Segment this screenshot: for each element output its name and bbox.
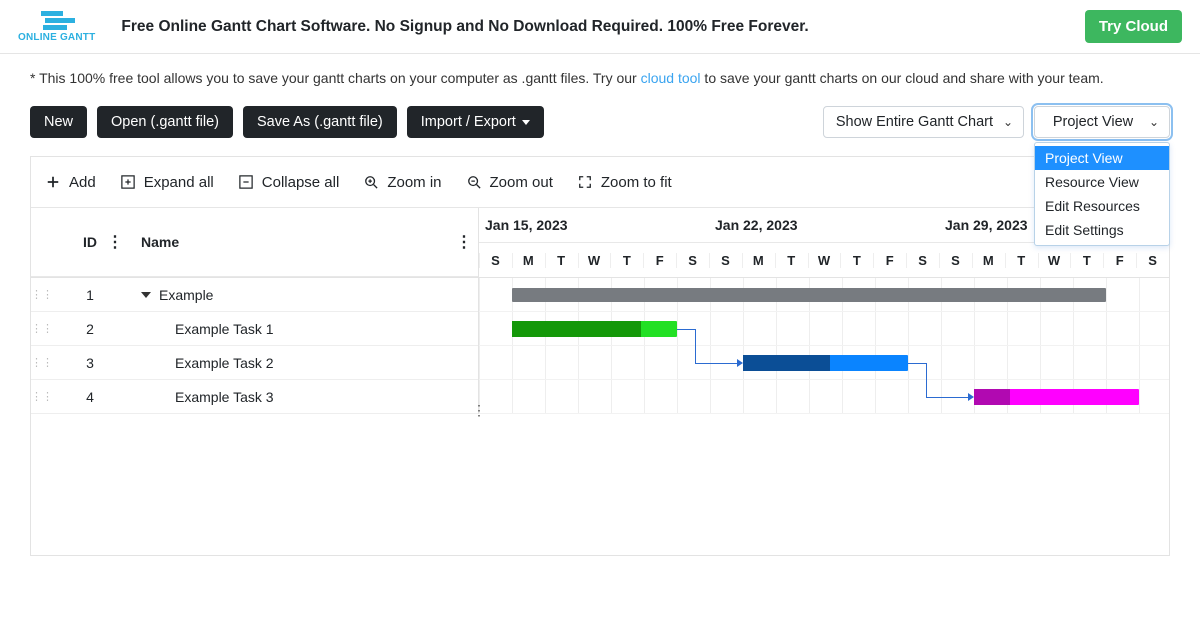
task-row[interactable]: ⋮⋮3Example Task 2 <box>31 346 478 380</box>
drag-handle-icon[interactable]: ⋮⋮ <box>31 356 53 369</box>
timeline-row <box>479 278 1169 312</box>
view-select[interactable]: Project View⌄ <box>1034 106 1170 138</box>
save-as-button[interactable]: Save As (.gantt file) <box>243 106 397 138</box>
day-header: T <box>1070 253 1103 268</box>
expand-all-button[interactable]: Expand all <box>120 174 214 191</box>
day-header: S <box>709 253 742 268</box>
day-header: S <box>939 253 972 268</box>
add-button[interactable]: Add <box>45 174 96 191</box>
zoom-to-fit-button[interactable]: Zoom to fit <box>577 174 672 191</box>
day-header: S <box>676 253 709 268</box>
view-option-edit-resources[interactable]: Edit Resources <box>1035 194 1169 218</box>
subheader-prefix: * This 100% free tool allows you to save… <box>30 70 641 86</box>
task-name: Example Task 1 <box>127 321 478 337</box>
logo-text: ONLINE GANTT <box>18 32 95 43</box>
task-id: 4 <box>53 389 127 405</box>
timeline-row <box>479 380 1169 414</box>
day-header: M <box>972 253 1005 268</box>
day-header: T <box>840 253 873 268</box>
column-header-name[interactable]: Name⋮ <box>127 234 478 250</box>
logo[interactable]: ONLINE GANTT <box>18 11 95 43</box>
day-header: F <box>873 253 906 268</box>
day-header: T <box>610 253 643 268</box>
drag-handle-icon[interactable]: ⋮⋮ <box>31 322 53 335</box>
week-header: Jan 15, 2023 <box>479 217 709 233</box>
task-name: Example Task 3 <box>127 389 478 405</box>
day-header: S <box>906 253 939 268</box>
zoom-out-icon <box>466 174 482 190</box>
collapse-icon <box>238 174 254 190</box>
cloud-tool-link[interactable]: cloud tool <box>641 70 701 86</box>
splitter-handle[interactable]: ⋮ <box>472 402 486 419</box>
task-name: Example Task 2 <box>127 355 478 371</box>
view-option-resource[interactable]: Resource View <box>1035 170 1169 194</box>
week-header: Jan 22, 2023 <box>709 217 939 233</box>
day-header: T <box>775 253 808 268</box>
task-name: Example <box>127 287 478 303</box>
task-row[interactable]: ⋮⋮4Example Task 3 <box>31 380 478 414</box>
task-row[interactable]: ⋮⋮2Example Task 1 <box>31 312 478 346</box>
timeline-row <box>479 312 1169 346</box>
task-id: 1 <box>53 287 127 303</box>
gantt-bar[interactable] <box>512 321 677 337</box>
day-header: T <box>1005 253 1038 268</box>
timeline-row <box>479 346 1169 380</box>
day-header: T <box>545 253 578 268</box>
day-header: S <box>479 253 512 268</box>
column-header-id[interactable]: ID⋮ <box>53 234 127 250</box>
column-menu-icon[interactable]: ⋮ <box>107 232 123 252</box>
collapse-caret-icon[interactable] <box>141 292 151 298</box>
day-header: W <box>1038 253 1071 268</box>
day-header: S <box>1136 253 1169 268</box>
new-button[interactable]: New <box>30 106 87 138</box>
drag-handle-icon[interactable]: ⋮⋮ <box>31 288 53 301</box>
subheader-note: * This 100% free tool allows you to save… <box>0 54 1200 106</box>
logo-icon <box>39 11 75 30</box>
expand-icon <box>120 174 136 190</box>
zoom-in-icon <box>363 174 379 190</box>
zoom-out-button[interactable]: Zoom out <box>466 174 553 191</box>
plus-icon <box>45 174 61 190</box>
day-header: M <box>512 253 545 268</box>
day-header: W <box>808 253 841 268</box>
column-menu-icon[interactable]: ⋮ <box>456 232 472 252</box>
tagline: Free Online Gantt Chart Software. No Sig… <box>121 18 1084 36</box>
task-id: 3 <box>53 355 127 371</box>
task-id: 2 <box>53 321 127 337</box>
day-header: F <box>1103 253 1136 268</box>
show-entire-chart-button[interactable]: Show Entire Gantt Chart⌄ <box>823 106 1024 138</box>
chevron-down-icon: ⌄ <box>1003 115 1013 129</box>
gantt-bar[interactable] <box>974 389 1139 405</box>
subheader-suffix: to save your gantt charts on our cloud a… <box>701 70 1104 86</box>
view-option-project[interactable]: Project View <box>1035 146 1169 170</box>
day-header: F <box>643 253 676 268</box>
gantt-bar[interactable] <box>743 355 908 371</box>
collapse-all-button[interactable]: Collapse all <box>238 174 340 191</box>
try-cloud-button[interactable]: Try Cloud <box>1085 10 1182 43</box>
open-button[interactable]: Open (.gantt file) <box>97 106 233 138</box>
zoom-in-button[interactable]: Zoom in <box>363 174 441 191</box>
day-header: M <box>742 253 775 268</box>
drag-handle-icon[interactable]: ⋮⋮ <box>31 390 53 403</box>
caret-down-icon <box>522 120 530 125</box>
import-export-button[interactable]: Import / Export <box>407 106 544 138</box>
chevron-down-icon: ⌄ <box>1149 115 1159 129</box>
day-header: W <box>578 253 611 268</box>
gantt-bar[interactable] <box>512 288 1106 302</box>
view-dropdown: Project View Resource View Edit Resource… <box>1034 142 1170 246</box>
zoom-fit-icon <box>577 174 593 190</box>
task-row[interactable]: ⋮⋮1Example <box>31 278 478 312</box>
view-option-edit-settings[interactable]: Edit Settings <box>1035 218 1169 242</box>
